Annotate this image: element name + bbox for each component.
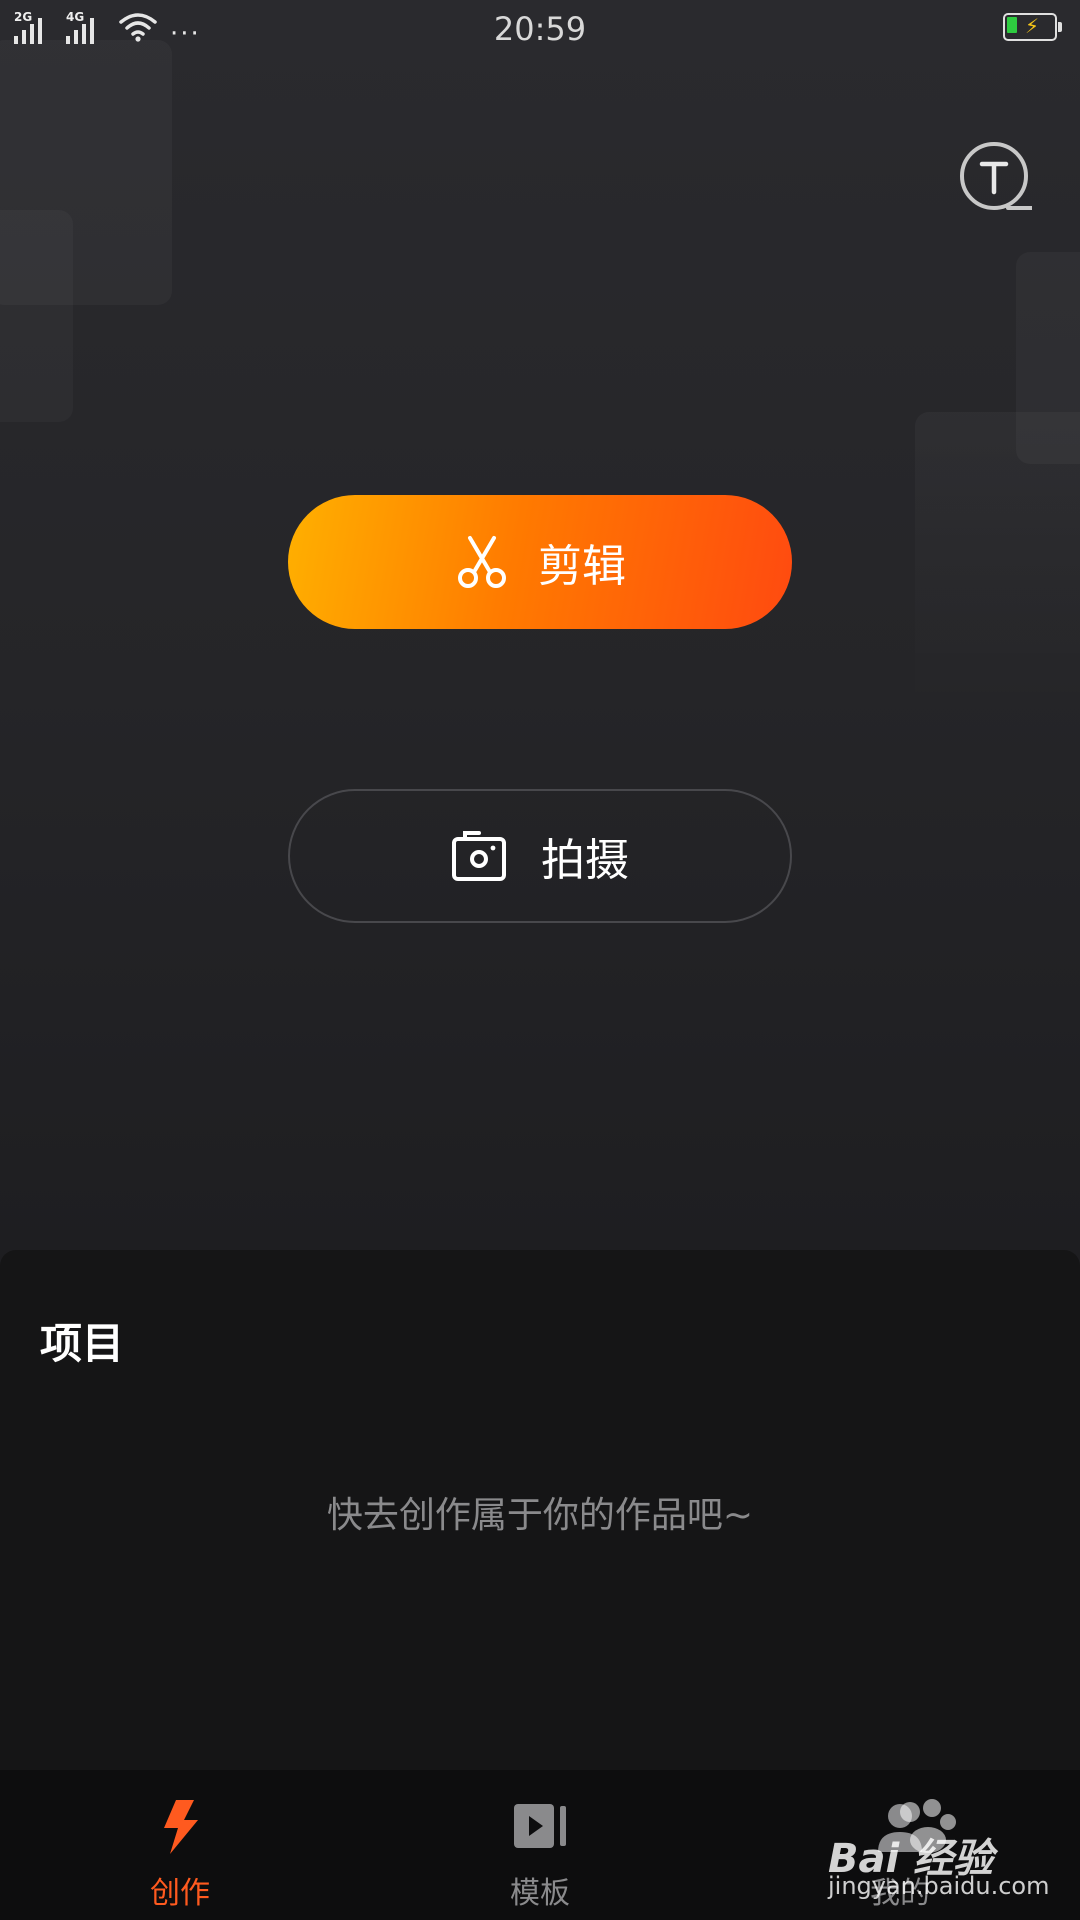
bottom-tab-bar: 创作 模板 我的 [0, 1770, 1080, 1920]
text-search-button[interactable] [960, 142, 1034, 214]
shoot-button[interactable]: 拍摄 [288, 789, 792, 923]
edit-button[interactable]: 剪辑 [288, 495, 792, 629]
tab-template[interactable]: 模板 [360, 1770, 720, 1920]
battery-charging-icon: ⚡ [1003, 13, 1062, 41]
tab-template-label: 模板 [510, 1876, 570, 1911]
text-search-icon [960, 142, 1034, 210]
projects-title: 项目 [40, 1319, 125, 1368]
lightning-icon [164, 1800, 198, 1854]
tab-create[interactable]: 创作 [0, 1770, 360, 1920]
camera-icon [452, 831, 506, 881]
projects-empty-message: 快去创作属于你的作品吧~ [326, 1495, 754, 1536]
tab-mine-label: 我的 [870, 1876, 930, 1911]
tab-mine[interactable]: 我的 [720, 1770, 1080, 1920]
tab-create-label: 创作 [150, 1876, 210, 1911]
decor-shape [0, 210, 73, 422]
video-template-icon [514, 1804, 566, 1848]
profile-icon [878, 1804, 922, 1852]
shoot-label: 拍摄 [541, 835, 629, 886]
clock: 20:59 [493, 10, 587, 48]
edit-label: 剪辑 [538, 541, 626, 592]
decor-shape [915, 412, 1080, 712]
status-bar: 2G 4G ··· 20:59 ⚡ [0, 0, 1080, 58]
projects-panel: 项目 快去创作属于你的作品吧~ [0, 1250, 1080, 1770]
scissors-icon [458, 536, 506, 588]
